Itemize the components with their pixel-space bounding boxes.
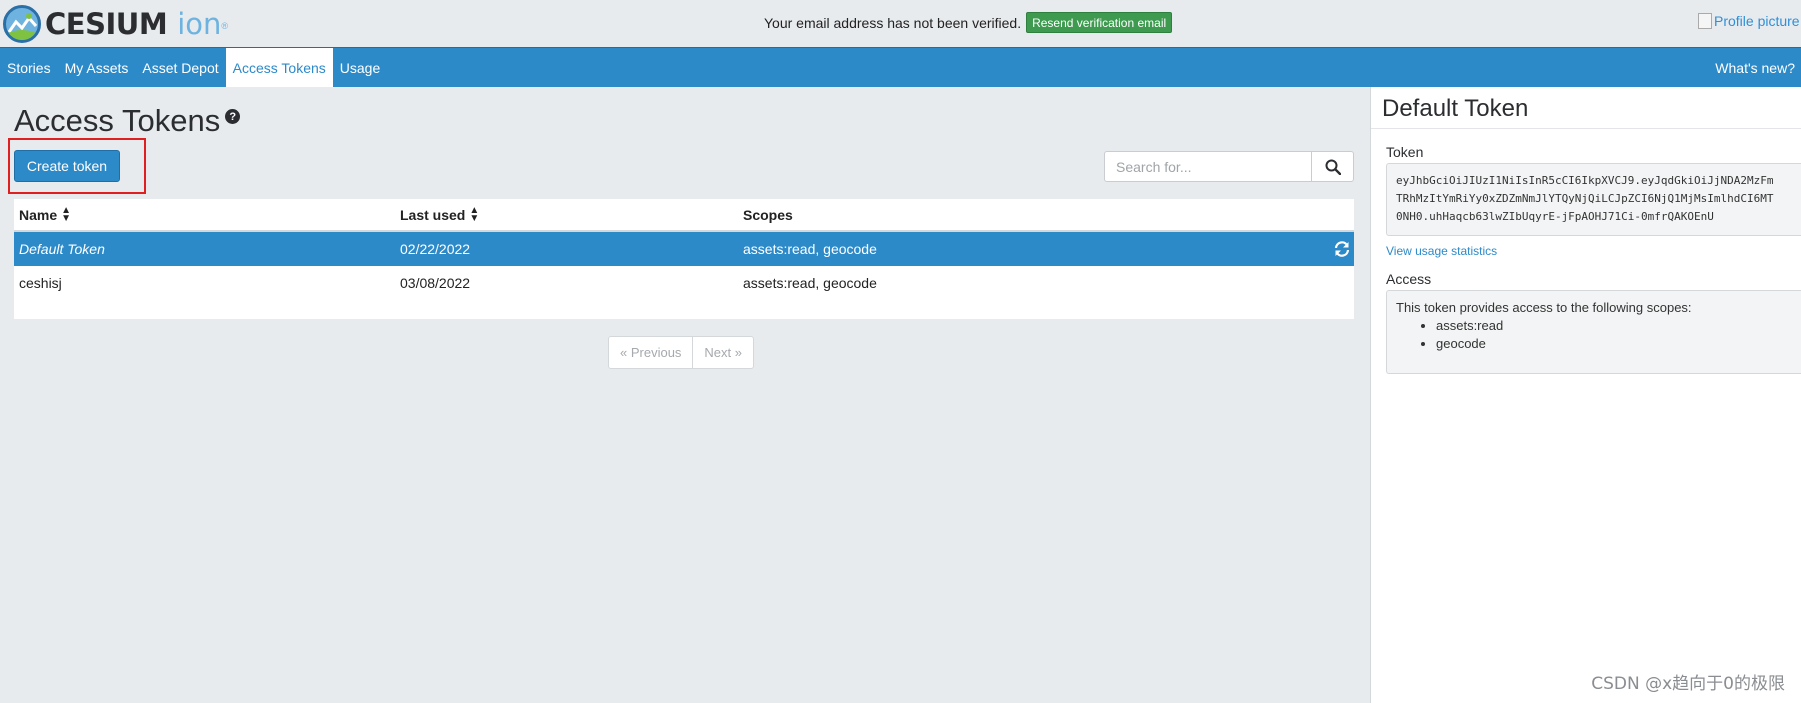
token-line: 0NH0.uhHaqcb63lwZIbUqyrE-jFpAOHJ71Ci-0mf… (1396, 210, 1714, 223)
divider (1371, 128, 1801, 129)
column-header-label: Last used (400, 206, 466, 223)
next-page-button[interactable]: Next » (692, 337, 753, 368)
top-bar: CESIUM ion ® Your email address has not … (0, 0, 1801, 47)
search-icon (1325, 159, 1341, 175)
access-scopes-box: This token provides access to the follow… (1386, 290, 1801, 374)
regenerate-icon[interactable] (1333, 240, 1351, 258)
logo-text: CESIUM (45, 7, 168, 41)
column-header-scopes: Scopes (743, 207, 793, 223)
resend-verification-button[interactable]: Resend verification email (1026, 12, 1173, 33)
column-header-last-used[interactable]: Last used ▲ ▼ (400, 204, 480, 224)
scope-item: assets:read (1436, 317, 1793, 335)
page-title: Access Tokens ? (14, 103, 241, 139)
email-verification-notice: Your email address has not been verified… (764, 12, 1173, 33)
previous-page-button[interactable]: « Previous (609, 337, 692, 368)
nav-item-access-tokens[interactable]: Access Tokens (225, 48, 333, 87)
token-line: TRhMzItYmRiYy0xZDZmNmJlYTQyNjQiLCJpZCI6N… (1396, 192, 1774, 205)
token-last-used: 02/22/2022 (400, 241, 471, 257)
sort-icon: ▲ ▼ (61, 204, 72, 224)
search-box (1104, 151, 1354, 182)
broken-image-icon (1698, 13, 1712, 29)
profile-picture[interactable]: Profile picture (1698, 13, 1800, 29)
panel-title: Default Token (1382, 95, 1529, 122)
profile-picture-alt: Profile picture (1714, 13, 1800, 29)
token-name: ceshisj (19, 275, 62, 291)
pagination: « Previous Next » (608, 336, 754, 369)
scope-item: geocode (1436, 335, 1793, 353)
token-value-box[interactable]: eyJhbGciOiJIUzI1NiIsInR5cCI6IkpXVCJ9.eyJ… (1386, 163, 1801, 236)
sort-icon: ▲ ▼ (469, 204, 480, 224)
verification-message: Your email address has not been verified… (764, 14, 1022, 31)
nav-item-asset-depot[interactable]: Asset Depot (135, 48, 225, 87)
question-circle-icon[interactable]: ? (225, 109, 241, 124)
cesium-globe-icon (3, 5, 41, 43)
nav-item-stories[interactable]: Stories (0, 48, 58, 87)
nav-item-usage[interactable]: Usage (333, 48, 387, 87)
tokens-table: Name ▲ ▼ Last used ▲ ▼ Scopes Default Toke… (14, 199, 1354, 319)
view-usage-statistics-link[interactable]: View usage statistics (1386, 244, 1497, 258)
watermark: CSDN @x趋向于0的极限 (1591, 674, 1785, 694)
main-nav: Stories My Assets Asset Depot Access Tok… (0, 47, 1801, 87)
access-label: Access (1386, 271, 1432, 287)
token-detail-panel: Default Token Token eyJhbGciOiJIUzI1NiIs… (1370, 87, 1801, 703)
table-header: Name ▲ ▼ Last used ▲ ▼ Scopes (14, 199, 1354, 232)
access-intro: This token provides access to the follow… (1396, 300, 1692, 315)
create-token-button[interactable]: Create token (14, 150, 120, 182)
whats-new-link[interactable]: What's new? (1715, 48, 1795, 87)
token-label: Token (1386, 144, 1424, 160)
column-header-name[interactable]: Name ▲ ▼ (19, 204, 72, 224)
search-input[interactable] (1104, 151, 1312, 182)
table-row[interactable]: ceshisj 03/08/2022 assets:read, geocode (14, 266, 1354, 300)
logo-registered-mark: ® (221, 21, 229, 31)
token-name: Default Token (19, 241, 105, 257)
logo-suffix: ion (177, 7, 222, 41)
search-button[interactable] (1312, 151, 1354, 182)
token-line: eyJhbGciOiJIUzI1NiIsInR5cCI6IkpXVCJ9.eyJ… (1396, 174, 1774, 187)
token-last-used: 03/08/2022 (400, 275, 471, 291)
table-row[interactable]: Default Token 02/22/2022 assets:read, ge… (14, 232, 1354, 266)
token-scopes: assets:read, geocode (743, 275, 877, 291)
nav-item-my-assets[interactable]: My Assets (58, 48, 136, 87)
main-content: Access Tokens ? Create token Name ▲▼ Las… (0, 87, 1370, 703)
column-header-label: Scopes (743, 206, 793, 223)
cesium-ion-logo[interactable]: CESIUM ion ® (3, 4, 228, 44)
column-header-label: Name (19, 206, 58, 223)
token-scopes: assets:read, geocode (743, 241, 877, 257)
scope-list: assets:read geocode (1436, 317, 1793, 353)
page-title-text: Access Tokens (14, 103, 221, 138)
